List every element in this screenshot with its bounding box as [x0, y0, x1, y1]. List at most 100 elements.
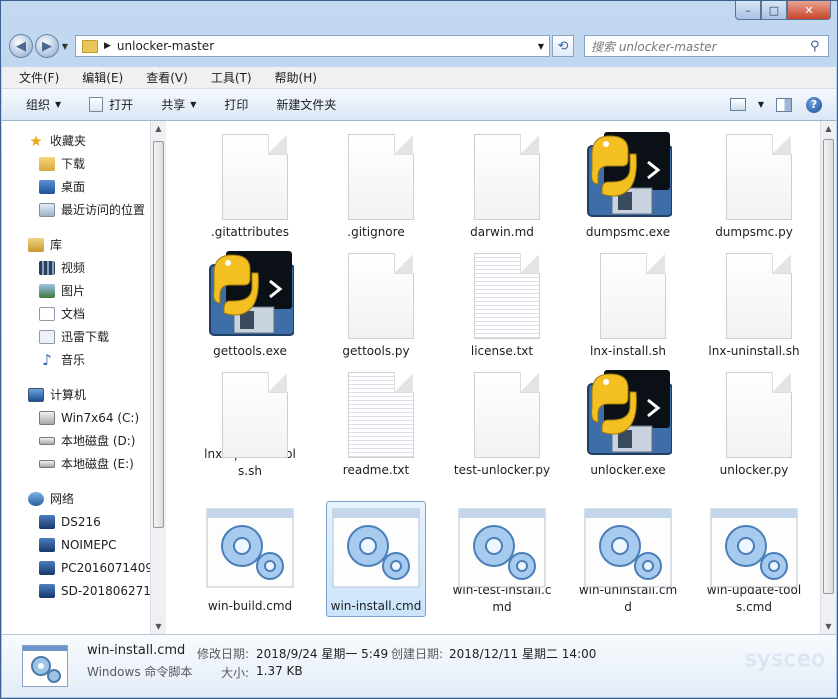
forward-arrow-icon: ▶: [42, 38, 52, 54]
sidebar-item-recent[interactable]: 最近访问的位置: [2, 198, 150, 221]
menu-edit[interactable]: 编辑(E): [65, 69, 129, 86]
file-list-scrollbar[interactable]: ▲ ▼: [820, 121, 836, 634]
drive-icon: [39, 436, 55, 445]
file-item[interactable]: readme.txt: [326, 365, 426, 481]
scroll-up-arrow-icon[interactable]: ▲: [821, 121, 836, 136]
open-icon: [89, 97, 104, 112]
refresh-button[interactable]: ⟲: [552, 35, 574, 57]
help-icon[interactable]: ?: [806, 96, 822, 113]
sidebar-item-noimepc[interactable]: NOIMEPC: [2, 533, 150, 556]
blank-file-icon: [708, 368, 800, 460]
new-folder-button[interactable]: 新建文件夹: [262, 96, 350, 113]
sidebar-label: 桌面: [61, 180, 86, 194]
file-name: .gitignore: [347, 225, 405, 239]
blank-file-icon: [582, 249, 674, 341]
minimize-button[interactable]: –: [735, 1, 761, 20]
maximize-button[interactable]: □: [761, 1, 787, 20]
scroll-down-arrow-icon[interactable]: ▼: [821, 619, 836, 634]
file-item[interactable]: win-uninstall.cmd: [578, 501, 678, 617]
details-pane: win-install.cmd Windows 命令脚本 修改日期: 2018/…: [2, 634, 836, 697]
sidebar-item-documents[interactable]: 文档: [2, 302, 150, 325]
cmd-script-icon: [456, 504, 548, 588]
window-controls: – □ ✕: [735, 1, 831, 20]
open-button[interactable]: 打开: [75, 96, 147, 113]
preview-pane-icon[interactable]: [776, 97, 792, 112]
breadcrumb-current[interactable]: unlocker-master: [117, 39, 214, 53]
sidebar-favorites[interactable]: ★ 收藏夹: [2, 129, 150, 152]
menu-view[interactable]: 查看(V): [129, 69, 194, 86]
share-button[interactable]: 共享 ▼: [147, 96, 210, 113]
sidebar-item-pc2016[interactable]: PC20160714093: [2, 556, 150, 579]
menu-help[interactable]: 帮助(H): [258, 69, 323, 86]
sidebar-network[interactable]: 网络: [2, 487, 150, 510]
file-name: readme.txt: [342, 463, 410, 477]
sidebar-item-thunder[interactable]: 迅雷下载: [2, 325, 150, 348]
file-list-scroll-thumb[interactable]: [823, 139, 834, 594]
file-item[interactable]: unlocker.exe: [578, 365, 678, 481]
created-label: 创建日期:: [391, 647, 444, 661]
search-input[interactable]: 搜索 unlocker-master ⚲: [584, 35, 829, 57]
sidebar-item-drive-e[interactable]: 本地磁盘 (E:): [2, 452, 150, 475]
sidebar-item-downloads[interactable]: 下载: [2, 152, 150, 175]
cmd-script-icon: [708, 504, 800, 588]
sidebar-item-ds216[interactable]: DS216: [2, 510, 150, 533]
file-item[interactable]: dumpsmc.exe: [578, 127, 678, 243]
sidebar-label: PC20160714093: [61, 560, 150, 575]
sidebar-computer[interactable]: 计算机: [2, 383, 150, 406]
file-item[interactable]: lnx-update-tools.sh: [200, 365, 300, 481]
sidebar-item-drive-c[interactable]: Win7x64 (C:): [2, 406, 150, 429]
file-item[interactable]: license.txt: [452, 246, 552, 362]
view-dropdown-icon[interactable]: ▼: [758, 100, 764, 109]
blank-file-icon: [456, 368, 548, 460]
forward-button[interactable]: ▶: [35, 34, 59, 58]
menu-file[interactable]: 文件(F): [2, 69, 65, 86]
view-controls: ▼ ?: [729, 96, 836, 113]
file-item[interactable]: dumpsmc.py: [704, 127, 804, 243]
file-item[interactable]: gettools.exe: [200, 246, 300, 362]
file-item[interactable]: gettools.py: [326, 246, 426, 362]
organize-button[interactable]: 组织 ▼: [2, 96, 75, 113]
scroll-up-arrow-icon[interactable]: ▲: [151, 121, 166, 136]
sidebar-item-pictures[interactable]: 图片: [2, 279, 150, 302]
sidebar-item-music[interactable]: ♪ 音乐: [2, 348, 150, 371]
sidebar-label: Win7x64 (C:): [61, 410, 140, 425]
address-bar[interactable]: ▶ unlocker-master ▼: [75, 35, 550, 57]
file-item[interactable]: win-install.cmd: [326, 501, 426, 617]
file-item[interactable]: darwin.md: [452, 127, 552, 243]
sidebar-item-desktop[interactable]: 桌面: [2, 175, 150, 198]
file-item[interactable]: win-test-install.cmd: [452, 501, 552, 617]
print-button[interactable]: 打印: [210, 96, 262, 113]
file-item[interactable]: .gitattributes: [200, 127, 300, 243]
navigation-pane: ★ 收藏夹 下载 桌面 最近访问的位置 库 视频 图片 文档 迅雷下载 ♪ 音乐 计…: [2, 121, 150, 634]
cmd-script-icon: [330, 504, 422, 596]
close-button[interactable]: ✕: [787, 1, 831, 20]
sidebar-label: 视频: [61, 261, 86, 275]
back-button[interactable]: ◀: [9, 34, 33, 58]
file-item[interactable]: test-unlocker.py: [452, 365, 552, 481]
file-item[interactable]: .gitignore: [326, 127, 426, 243]
file-item[interactable]: lnx-install.sh: [578, 246, 678, 362]
sidebar-label: 库: [50, 238, 63, 252]
sidebar-libraries[interactable]: 库: [2, 233, 150, 256]
sidebar-scrollbar[interactable]: ▲ ▼: [150, 121, 166, 634]
sidebar-item-drive-d[interactable]: 本地磁盘 (D:): [2, 429, 150, 452]
address-dropdown[interactable]: ▼: [533, 36, 549, 56]
file-name: lnx-install.sh: [590, 344, 666, 358]
scroll-down-arrow-icon[interactable]: ▼: [151, 619, 166, 634]
address-row: ◀ ▶ ▼ ▶ unlocker-master ▼ ⟲ 搜索 unlocker-…: [9, 33, 829, 59]
sidebar-label: 下载: [61, 157, 86, 171]
menu-tools[interactable]: 工具(T): [194, 69, 258, 86]
file-item[interactable]: lnx-uninstall.sh: [704, 246, 804, 362]
search-icon[interactable]: ⚲: [810, 39, 828, 54]
library-icon: [28, 237, 44, 252]
sidebar-scroll-thumb[interactable]: [153, 141, 164, 528]
cmd-script-icon: [582, 504, 674, 588]
sidebar-item-videos[interactable]: 视频: [2, 256, 150, 279]
recent-pages-dropdown[interactable]: ▼: [59, 42, 71, 51]
view-options-icon[interactable]: [729, 98, 746, 111]
file-item[interactable]: win-build.cmd: [200, 501, 300, 617]
file-item[interactable]: unlocker.py: [704, 365, 804, 481]
breadcrumb-chevron-icon[interactable]: ▶: [104, 41, 111, 51]
sidebar-item-sd2018[interactable]: SD-20180627191: [2, 579, 150, 602]
file-item[interactable]: win-update-tools.cmd: [704, 501, 804, 617]
